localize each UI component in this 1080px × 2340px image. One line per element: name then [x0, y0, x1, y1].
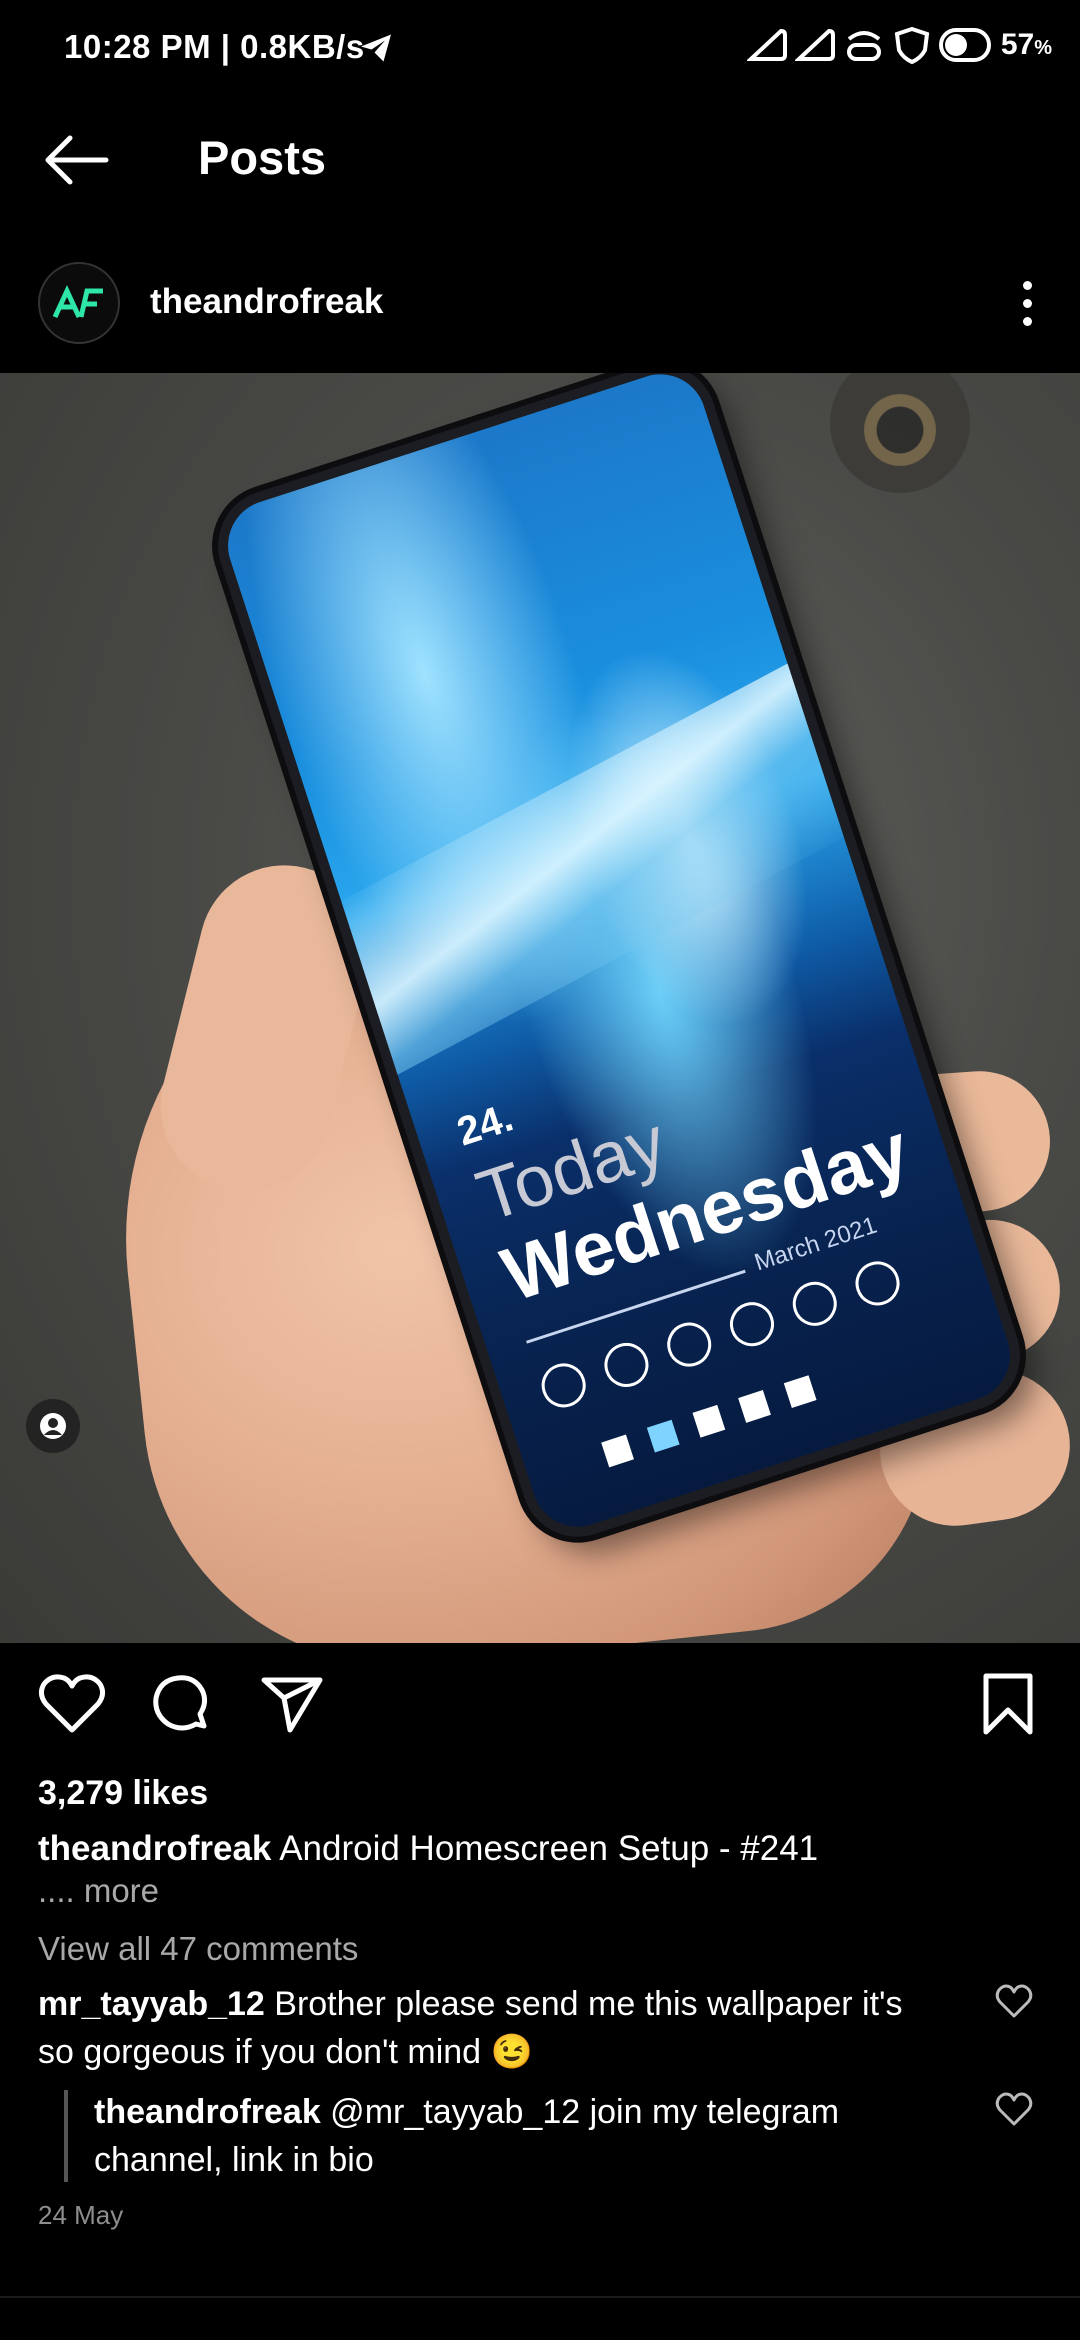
comment-like-heart-icon[interactable] — [994, 1982, 1034, 2022]
author-name[interactable]: theandrofreak — [150, 282, 383, 322]
reply-indicator — [64, 2090, 68, 2182]
shield-icon — [894, 26, 930, 64]
caption-text: Android Homescreen Setup - #241 — [271, 1829, 819, 1868]
page-dot — [783, 1375, 817, 1408]
page-title: Posts — [198, 131, 326, 184]
twitter-app-icon — [724, 1296, 780, 1352]
header: Posts — [0, 110, 1080, 210]
comment-button[interactable] — [146, 1668, 218, 1740]
post-date: 24 May — [38, 2200, 124, 2230]
send-icon — [261, 1677, 323, 1733]
tagged-users-button[interactable] — [26, 1399, 80, 1453]
status-bar: 10:28 PM | 0.8KB/s 57% — [0, 0, 1080, 96]
person-icon — [40, 1413, 66, 1439]
page-dot — [738, 1390, 771, 1423]
post-caption: theandrofreak Android Homescreen Setup -… — [38, 1826, 1038, 1872]
stand-decoration — [830, 373, 970, 493]
bookmark-icon — [983, 1673, 1033, 1735]
more-dot-icon — [1022, 298, 1032, 308]
more-link[interactable]: .... more — [38, 1872, 159, 1910]
back-button[interactable] — [40, 132, 112, 188]
caption-author[interactable]: theandrofreak — [38, 1829, 271, 1868]
divider — [0, 2296, 1080, 2298]
page-dot — [601, 1434, 634, 1468]
phone-app-icon — [535, 1357, 592, 1414]
more-dot-icon — [1022, 316, 1032, 326]
more-options-button[interactable] — [1002, 272, 1052, 334]
likes-count[interactable]: 3,279 likes — [38, 1774, 208, 1813]
status-icons: 57% — [746, 26, 1052, 64]
heart-icon — [38, 1674, 106, 1733]
comment-item: mr_tayyab_12 Brother please send me this… — [38, 1980, 938, 2076]
avatar[interactable] — [38, 262, 120, 344]
hotspot-icon — [846, 31, 881, 61]
screen-page-dots — [601, 1375, 817, 1468]
more-dot-icon — [1022, 280, 1032, 290]
like-button[interactable] — [36, 1668, 108, 1740]
save-button[interactable] — [972, 1668, 1044, 1740]
battery-level: 57% — [1000, 28, 1052, 61]
reply-like-heart-icon[interactable] — [994, 2090, 1034, 2130]
battery-icon — [938, 28, 991, 62]
view-all-comments-link[interactable]: View all 47 comments — [38, 1930, 358, 1968]
page-dot-active — [646, 1419, 680, 1453]
comment-user[interactable]: theandrofreak — [94, 2093, 321, 2131]
status-time: 10:28 PM | 0.8KB/s — [64, 28, 365, 65]
share-button[interactable] — [256, 1668, 328, 1740]
arrow-left-icon — [45, 135, 109, 185]
post-actions — [0, 1668, 1080, 1748]
reply-item: theandrofreak @mr_tayyab_12 join my tele… — [94, 2088, 944, 2184]
whatsapp-app-icon — [787, 1276, 843, 1332]
telegram-app-icon — [849, 1255, 906, 1312]
chrome-app-icon — [598, 1337, 655, 1393]
comment-user[interactable]: mr_tayyab_12 — [38, 1985, 265, 2023]
post-header: theandrofreak — [0, 252, 1080, 362]
post-image[interactable]: 24. Today Wednesday March 2021 — [0, 373, 1080, 1643]
comment-icon — [153, 1675, 208, 1731]
wave-foam — [312, 652, 892, 1075]
page-dot — [692, 1404, 726, 1438]
af-logo-icon — [52, 285, 103, 319]
telegram-icon — [361, 34, 391, 62]
camera-app-icon — [661, 1316, 717, 1373]
signal-icon-2 — [794, 28, 835, 61]
signal-icon — [746, 28, 787, 61]
